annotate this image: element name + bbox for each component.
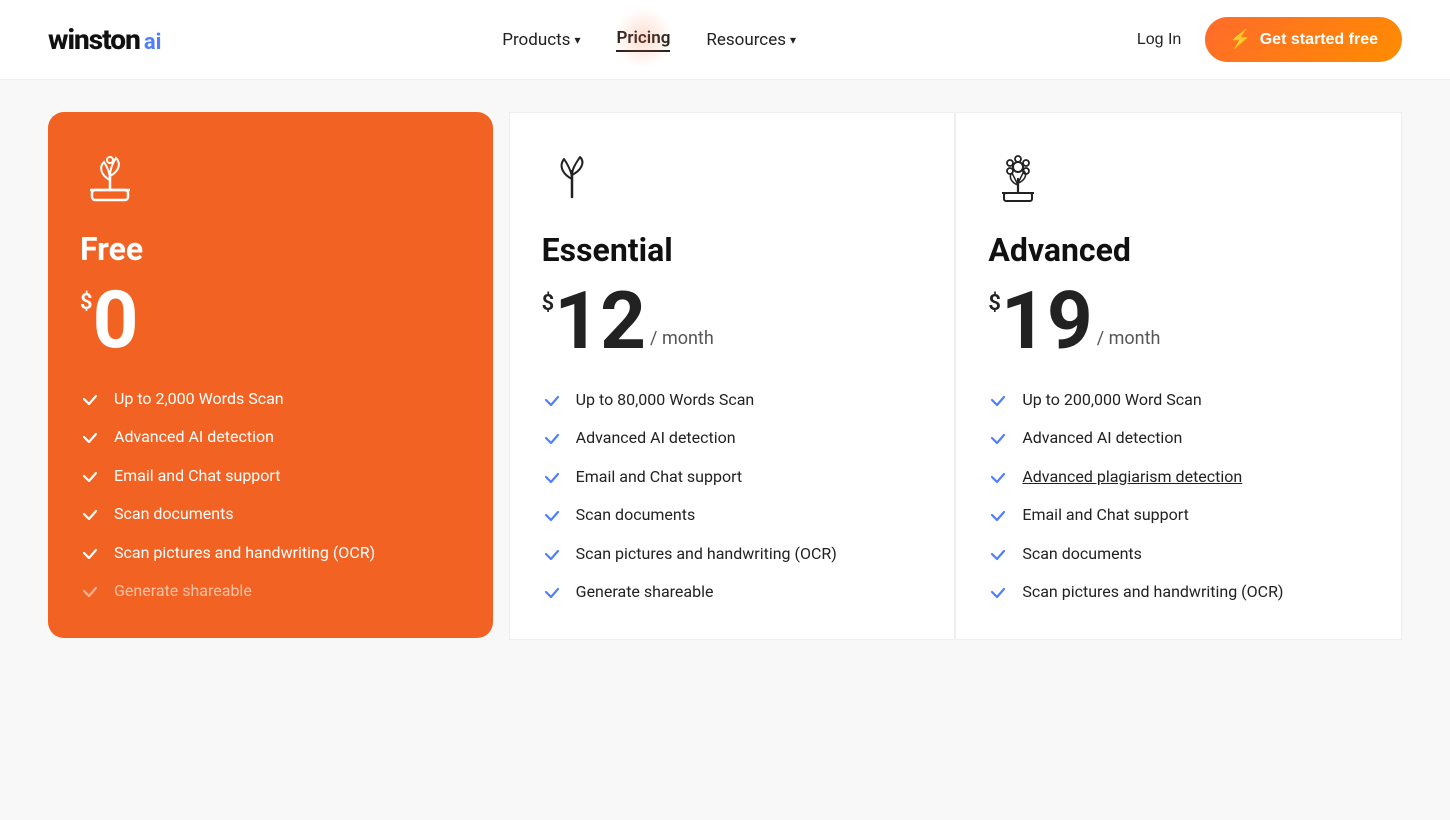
nav-center: Products ▾ Pricing Resources ▾: [502, 28, 796, 52]
essential-price-number: 12: [554, 281, 646, 361]
list-item: Up to 80,000 Words Scan: [542, 389, 923, 411]
nav-pricing[interactable]: Pricing: [616, 28, 670, 52]
chevron-down-icon: ▾: [574, 33, 580, 47]
advanced-price-number: 19: [1001, 281, 1093, 361]
essential-plan-icon: [542, 149, 923, 213]
nav-right: Log In ⚡ Get started free: [1137, 17, 1402, 62]
nav-resources[interactable]: Resources ▾: [706, 30, 796, 50]
advanced-price-period: / month: [1097, 328, 1161, 349]
free-price-dollar: $: [80, 290, 93, 315]
advanced-price-dollar: $: [988, 291, 1001, 316]
free-plan-name: Free: [80, 230, 461, 268]
advanced-plan-icon: [988, 149, 1369, 213]
list-item: Up to 200,000 Word Scan: [988, 389, 1369, 411]
list-item: Generate shareable: [542, 581, 923, 603]
list-item: Email and Chat support: [542, 466, 923, 488]
plan-card-advanced: Advanced $ 19 / month Up to 200,000 Word…: [955, 112, 1402, 640]
logo-brand: winston: [48, 23, 140, 56]
free-plan-icon: [80, 148, 461, 212]
list-item: Advanced AI detection: [80, 426, 461, 448]
navbar: winston ai Products ▾ Pricing Resources …: [0, 0, 1450, 80]
list-item: Scan pictures and handwriting (OCR): [542, 543, 923, 565]
essential-plan-price: $ 12 / month: [542, 281, 923, 361]
list-item: Advanced AI detection: [988, 427, 1369, 449]
list-item: Advanced AI detection: [542, 427, 923, 449]
list-item: Email and Chat support: [80, 465, 461, 487]
login-button[interactable]: Log In: [1137, 31, 1181, 49]
list-item: Scan documents: [80, 503, 461, 525]
logo[interactable]: winston ai: [48, 23, 161, 56]
pricing-section: Free $ 0 Up to 2,000 Words Scan Advanced…: [0, 80, 1450, 820]
list-item: Scan documents: [988, 543, 1369, 565]
free-features-list: Up to 2,000 Words Scan Advanced AI detec…: [80, 388, 461, 602]
plan-card-free: Free $ 0 Up to 2,000 Words Scan Advanced…: [48, 112, 493, 638]
bolt-icon: ⚡: [1229, 29, 1251, 50]
nav-products[interactable]: Products ▾: [502, 30, 580, 50]
list-item: Email and Chat support: [988, 504, 1369, 526]
essential-price-period: / month: [650, 328, 714, 349]
list-item: Scan pictures and handwriting (OCR): [80, 542, 461, 564]
list-item: Generate shareable: [80, 580, 461, 602]
list-item: Scan pictures and handwriting (OCR): [988, 581, 1369, 603]
advanced-plan-price: $ 19 / month: [988, 281, 1369, 361]
list-item: Scan documents: [542, 504, 923, 526]
advanced-features-list: Up to 200,000 Word Scan Advanced AI dete…: [988, 389, 1369, 603]
list-item: Up to 2,000 Words Scan: [80, 388, 461, 410]
list-item: Advanced plagiarism detection: [988, 466, 1369, 488]
free-plan-price: $ 0: [80, 280, 461, 360]
essential-price-dollar: $: [542, 291, 555, 316]
advanced-plan-name: Advanced: [988, 231, 1369, 269]
free-price-number: 0: [93, 280, 139, 360]
chevron-down-icon: ▾: [790, 33, 796, 47]
essential-features-list: Up to 80,000 Words Scan Advanced AI dete…: [542, 389, 923, 603]
get-started-button[interactable]: ⚡ Get started free: [1205, 17, 1402, 62]
essential-plan-name: Essential: [542, 231, 923, 269]
logo-suffix: ai: [144, 30, 162, 55]
plan-card-essential: Essential $ 12 / month Up to 80,000 Word…: [509, 112, 956, 640]
